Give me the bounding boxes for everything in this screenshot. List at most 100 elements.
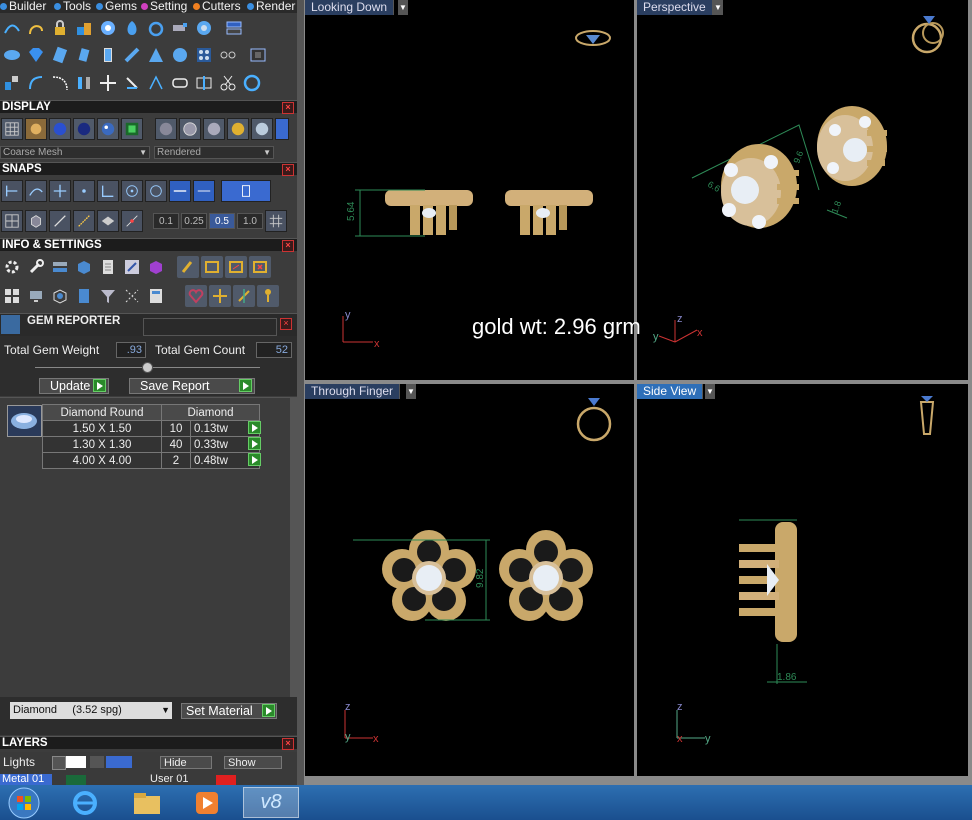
snap-toggle[interactable] (221, 180, 271, 202)
snap-segment-icon[interactable] (193, 180, 215, 202)
taskbar-app-v8[interactable]: v8 (243, 787, 299, 818)
mirror-tool-icon[interactable] (73, 72, 95, 94)
diamond-gem-icon[interactable] (25, 44, 47, 66)
layer-row-metal[interactable]: Metal 01 User 01 (0, 774, 297, 785)
document-icon[interactable] (97, 256, 119, 278)
viewport-through-finger[interactable]: Through Finger ▼ 9.82 z y x (305, 384, 634, 776)
filter-icon[interactable] (97, 285, 119, 307)
menu-builder[interactable]: Builder (0, 0, 46, 13)
heart-tool-icon[interactable] (185, 285, 207, 307)
measure-icon[interactable] (73, 210, 95, 232)
silver-sphere-icon[interactable] (203, 118, 225, 140)
panel-toggle-icon[interactable] (247, 44, 269, 66)
gold-shade-icon[interactable] (25, 118, 47, 140)
edit-pencil-icon[interactable] (121, 256, 143, 278)
viewport-perspective[interactable]: Perspective ▼ 9.6 6.6 1.8 z x y (637, 0, 968, 380)
layer-color-swatch[interactable] (66, 756, 86, 768)
arc-tool-icon[interactable] (25, 72, 47, 94)
internet-explorer-icon[interactable] (60, 787, 110, 818)
layer-color-swatch[interactable] (66, 775, 86, 785)
layers-stack-icon[interactable] (49, 256, 71, 278)
splitter-handle[interactable] (142, 362, 153, 373)
menu-gems[interactable]: Gems (96, 0, 137, 13)
frame-delete-icon[interactable] (249, 256, 271, 278)
row-go-icon[interactable] (248, 437, 261, 450)
report-icon[interactable] (145, 285, 167, 307)
round-cluster-icon[interactable] (169, 44, 191, 66)
grid-layout-icon[interactable] (1, 210, 23, 232)
close-icon[interactable]: × (282, 738, 294, 750)
table-row[interactable]: 4.00 X 4.00 2 0.48tw (42, 452, 260, 469)
oval-gem-icon[interactable] (1, 44, 23, 66)
monitor-icon[interactable] (25, 285, 47, 307)
close-icon[interactable]: × (282, 102, 294, 114)
gold-sphere-icon[interactable] (227, 118, 249, 140)
window-toggle-icon[interactable] (223, 17, 245, 39)
close-icon[interactable]: × (280, 318, 292, 330)
snap-cross-icon[interactable] (49, 180, 71, 202)
snap-curve-icon[interactable] (25, 180, 47, 202)
menu-setting[interactable]: Setting (141, 0, 187, 13)
layers-section-header[interactable]: LAYERS × (0, 736, 297, 750)
close-icon[interactable]: × (282, 164, 294, 176)
gear-gem-icon[interactable] (193, 17, 215, 39)
snap-grid-toggle-icon[interactable] (265, 210, 287, 232)
lock-icon[interactable] (90, 756, 104, 768)
tablet-gem-icon[interactable] (97, 44, 119, 66)
row-go-icon[interactable] (248, 453, 261, 466)
menu-tools[interactable]: Tools (54, 0, 91, 13)
wire-sphere-icon[interactable] (179, 118, 201, 140)
snap-value-1[interactable]: 0.25 (181, 213, 207, 229)
cube-icon[interactable] (25, 210, 47, 232)
render-mode-select[interactable]: Rendered ▼ (154, 146, 274, 159)
snap-circle-icon[interactable] (145, 180, 167, 202)
baguette-gem-icon[interactable] (49, 44, 71, 66)
update-go-icon[interactable] (93, 379, 106, 392)
env-sphere-icon[interactable] (97, 118, 119, 140)
start-button[interactable] (0, 787, 48, 818)
rotate-tool-icon[interactable] (121, 72, 143, 94)
close-icon[interactable]: × (282, 240, 294, 252)
vertex-snap-icon[interactable] (121, 210, 143, 232)
transform-tool-icon[interactable] (209, 285, 231, 307)
layer-color-swatch[interactable] (216, 775, 236, 785)
curve-tool-icon[interactable] (1, 17, 23, 39)
display-section-header[interactable]: DISPLAY × (0, 100, 297, 114)
windows-grid-icon[interactable] (1, 285, 23, 307)
snap-center-icon[interactable] (121, 180, 143, 202)
settings-gear-icon[interactable] (1, 256, 23, 278)
expand-icon[interactable] (52, 756, 66, 770)
snap-value-3[interactable]: 1.0 (237, 213, 263, 229)
scale-tool-icon[interactable] (233, 285, 255, 307)
link-tool-icon[interactable] (169, 72, 191, 94)
table-row[interactable]: 1.30 X 1.30 40 0.33tw (42, 436, 260, 453)
hide-button[interactable]: Hide (160, 756, 212, 769)
split-tool-icon[interactable] (193, 72, 215, 94)
display-toggle[interactable] (275, 118, 289, 140)
marquise-gem-icon[interactable] (121, 44, 143, 66)
plane-icon[interactable] (97, 210, 119, 232)
pipe-tool-icon[interactable] (169, 17, 191, 39)
pointer-gold-icon[interactable] (177, 256, 199, 278)
spray-tool-icon[interactable] (145, 72, 167, 94)
set-material-go-icon[interactable] (262, 704, 275, 717)
lock-tool-icon[interactable] (49, 17, 71, 39)
mesh-quality-select[interactable]: Coarse Mesh ▼ (0, 146, 150, 159)
chrome-sphere-icon[interactable] (155, 118, 177, 140)
row-go-icon[interactable] (248, 421, 261, 434)
blue-sphere-icon[interactable] (49, 118, 71, 140)
table-row[interactable]: 1.50 X 1.50 10 0.13tw (42, 420, 260, 437)
snaps-section-header[interactable]: SNAPS × (0, 162, 297, 176)
ruler-icon[interactable] (49, 210, 71, 232)
frame-tool-icon[interactable] (201, 256, 223, 278)
snap-point-icon[interactable] (73, 180, 95, 202)
ring-gem-icon[interactable] (145, 17, 167, 39)
layer-row-lights[interactable]: Lights Hide Show (0, 752, 297, 774)
frame-tool-2-icon[interactable] (225, 256, 247, 278)
cut-tool-icon[interactable] (217, 72, 239, 94)
menu-render[interactable]: Render (247, 0, 295, 13)
gem-thumbnail[interactable] (7, 405, 42, 437)
gem-box-icon[interactable] (49, 285, 71, 307)
green-panel-icon[interactable] (121, 118, 143, 140)
layer-toggle[interactable] (106, 756, 132, 768)
